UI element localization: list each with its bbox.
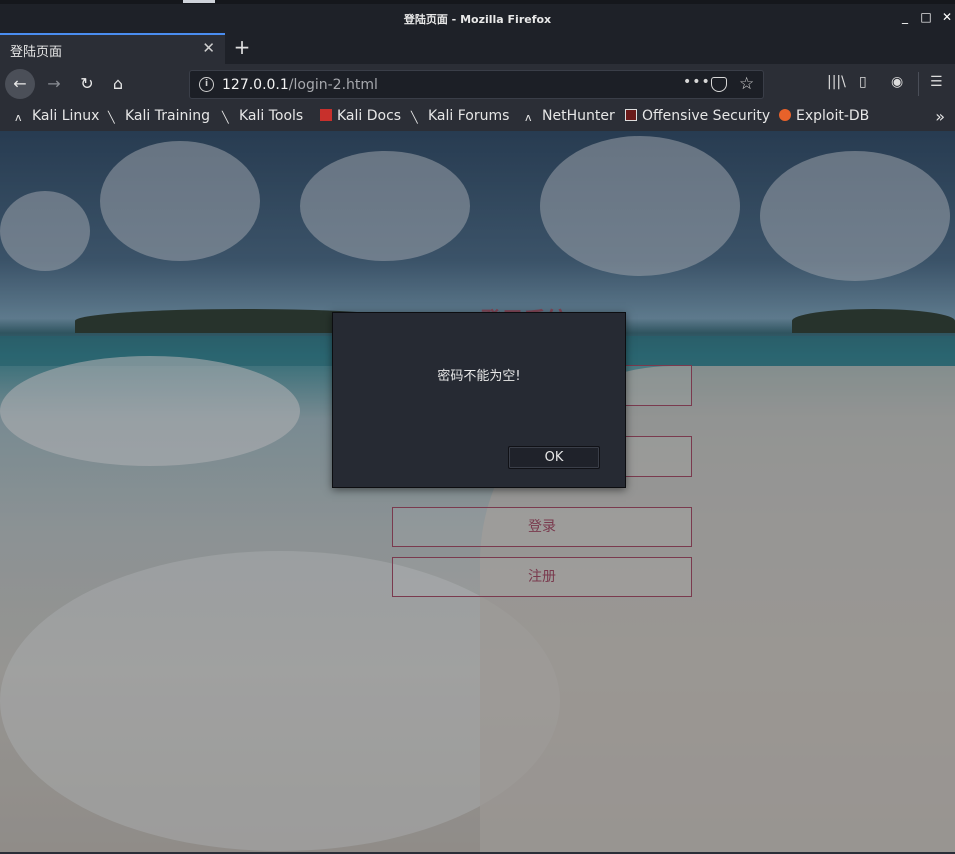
new-tab-icon[interactable]: +: [231, 36, 253, 58]
bookmark-kali-tools[interactable]: ╲ Kali Tools: [222, 108, 303, 124]
url-text[interactable]: 127.0.0.1/login-2.html: [222, 77, 378, 93]
kali-dragon-icon: ʌ: [525, 111, 532, 124]
minimize-icon[interactable]: _: [897, 9, 913, 25]
forward-arrow-icon[interactable]: →: [39, 69, 69, 99]
bookmark-exploit-db[interactable]: Exploit-DB: [779, 108, 869, 124]
bookmark-nethunter[interactable]: ʌ NetHunter: [525, 108, 615, 124]
bookmarks-toolbar: ʌ Kali Linux ╲ Kali Training ╲ Kali Tools K…: [0, 104, 955, 131]
back-arrow-icon[interactable]: ←: [5, 69, 35, 99]
kali-dragon-icon: ʌ: [15, 111, 22, 124]
tab-login-page[interactable]: 登陆页面 ✕: [0, 33, 225, 64]
bookmark-label: Kali Tools: [239, 108, 304, 124]
site-info-icon[interactable]: i: [199, 77, 214, 92]
bookmark-offensive-security[interactable]: Offensive Security: [625, 108, 770, 124]
library-icon[interactable]: |||\: [827, 74, 846, 90]
docs-red-icon: [320, 109, 332, 121]
page-content: 登录系统 登录 注册: [0, 131, 955, 852]
alert-message: 密码不能为空!: [437, 369, 521, 384]
kali-knife-icon: ╲: [411, 111, 418, 124]
more-bookmarks-chevron-icon[interactable]: »: [935, 107, 945, 126]
kali-knife-icon: ╲: [222, 111, 229, 124]
bookmark-label: Kali Linux: [32, 108, 100, 124]
page-actions-icon[interactable]: •••: [683, 74, 711, 90]
tab-label: 登陆页面: [10, 45, 63, 60]
firefox-window: 登陆页面 - Mozilla Firefox _ □ ✕ 登陆页面 ✕ + ← …: [0, 0, 955, 854]
kali-knife-icon: ╲: [108, 111, 115, 124]
bookmark-label: Kali Docs: [337, 108, 402, 124]
workspace-indicator: [183, 0, 215, 3]
bookmark-kali-training[interactable]: ╲ Kali Training: [108, 108, 210, 124]
toolbar-separator: [918, 72, 919, 96]
offsec-icon: [625, 109, 637, 121]
bookmark-star-icon[interactable]: ☆: [739, 74, 754, 94]
close-window-icon[interactable]: ✕: [939, 9, 955, 25]
account-icon[interactable]: ◉: [891, 74, 903, 90]
navigation-bar: ← → ↻ ⌂ i 127.0.0.1/login-2.html ••• ☆ |…: [0, 64, 955, 104]
maximize-icon[interactable]: □: [918, 9, 934, 25]
close-tab-icon[interactable]: ✕: [202, 39, 215, 57]
ok-button[interactable]: OK: [508, 446, 600, 469]
reload-icon[interactable]: ↻: [72, 69, 102, 99]
url-path: /login-2.html: [288, 77, 378, 93]
bookmark-label: Kali Forums: [428, 108, 510, 124]
bookmark-label: NetHunter: [542, 108, 615, 124]
exploitdb-icon: [779, 109, 791, 121]
bookmark-label: Offensive Security: [642, 108, 771, 124]
bookmark-label: Exploit-DB: [796, 108, 870, 124]
bookmark-kali-linux[interactable]: ʌ Kali Linux: [15, 108, 99, 124]
login-button[interactable]: 登录: [392, 507, 692, 547]
tab-bar: 登陆页面 ✕ +: [0, 33, 955, 64]
title-bar: 登陆页面 - Mozilla Firefox _ □ ✕: [0, 4, 955, 33]
menu-hamburger-icon[interactable]: ☰: [930, 74, 943, 90]
alert-dialog: 密码不能为空! OK: [332, 312, 626, 488]
pocket-icon[interactable]: [711, 77, 727, 92]
home-icon[interactable]: ⌂: [103, 69, 133, 99]
modal-overlay: [0, 131, 955, 852]
register-button[interactable]: 注册: [392, 557, 692, 597]
bookmark-kali-forums[interactable]: ╲ Kali Forums: [411, 108, 509, 124]
bookmark-kali-docs[interactable]: Kali Docs: [320, 108, 401, 124]
url-host: 127.0.0.1: [222, 77, 289, 93]
url-bar[interactable]: i 127.0.0.1/login-2.html ••• ☆: [189, 70, 764, 99]
sidebar-icon[interactable]: ▯: [859, 74, 867, 90]
bookmark-label: Kali Training: [125, 108, 210, 124]
window-title: 登陆页面 - Mozilla Firefox: [403, 13, 552, 26]
